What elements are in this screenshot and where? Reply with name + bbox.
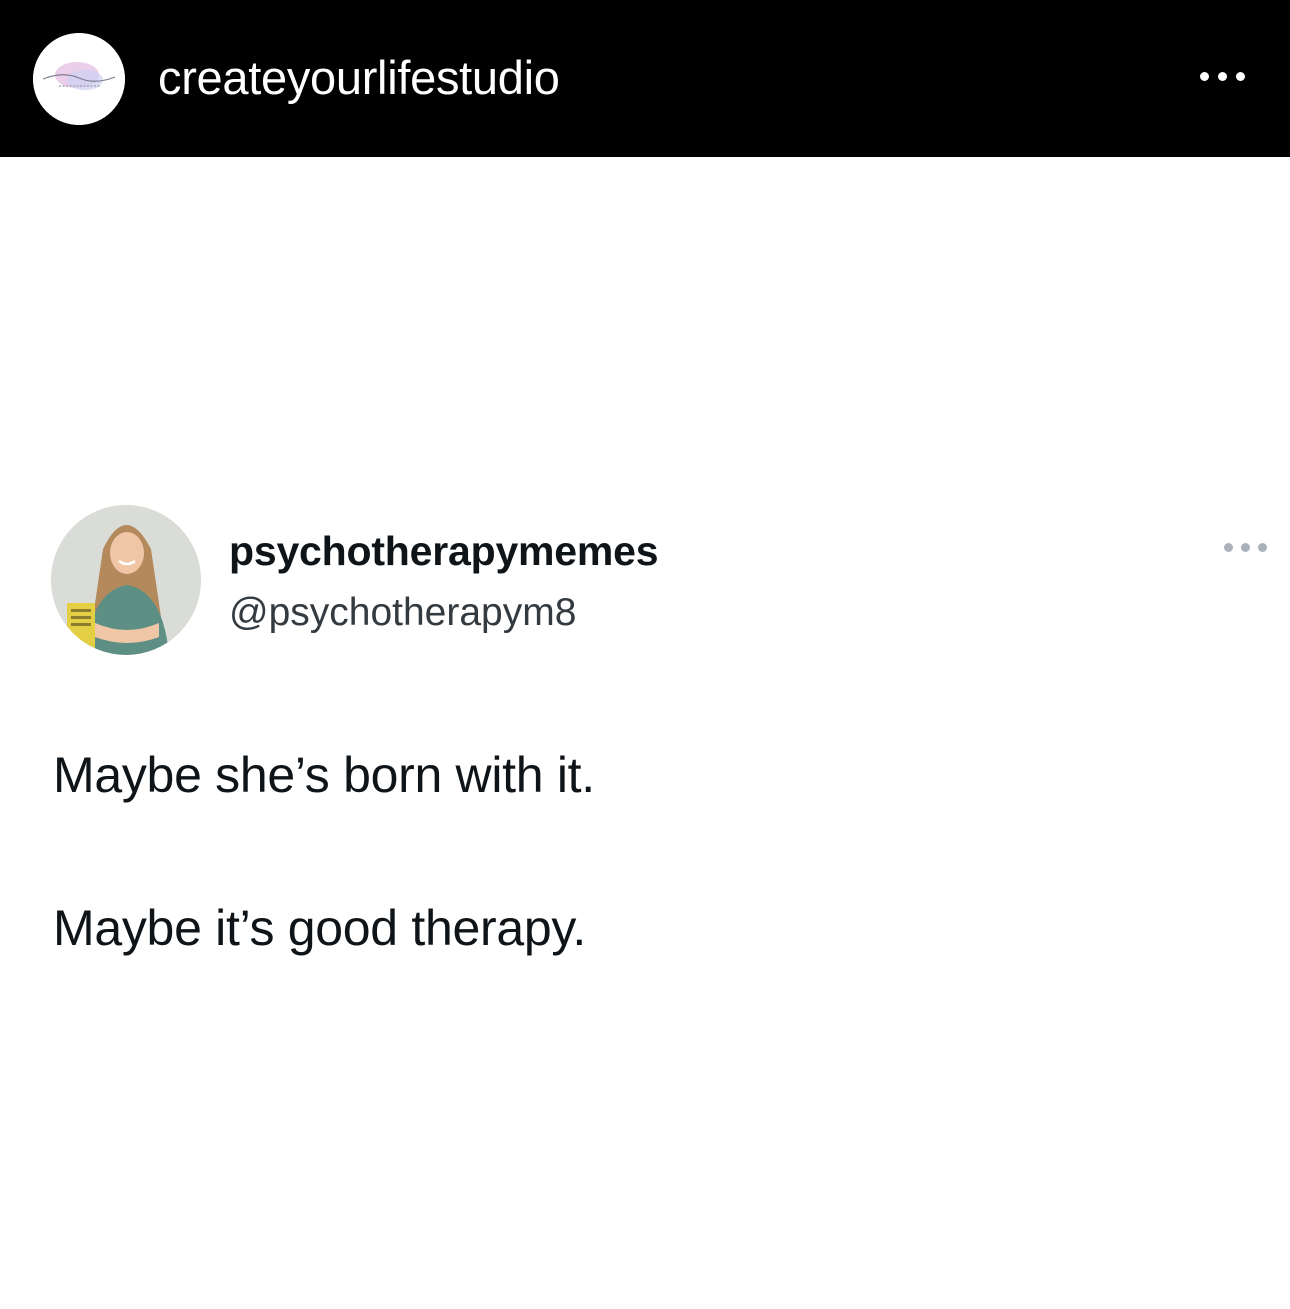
account-avatar[interactable] <box>33 33 125 125</box>
tweet-display-name[interactable]: psychotherapymemes <box>229 525 659 577</box>
more-options-icon[interactable] <box>1196 62 1252 92</box>
tweet-handle[interactable]: @psychotherapym8 <box>229 588 576 638</box>
tweet-more-options-icon[interactable] <box>1221 538 1271 558</box>
tweet-text-line: Maybe she’s born with it. <box>53 747 595 803</box>
post-page: createyourlifestudio psychotherapymemes … <box>0 0 1290 1309</box>
post-header: createyourlifestudio <box>0 0 1290 157</box>
tweet-text-line: Maybe it’s good therapy. <box>53 900 586 956</box>
studio-logo-icon <box>33 33 125 125</box>
tweet-author-avatar[interactable] <box>51 505 201 655</box>
profile-photo-icon <box>51 505 201 655</box>
account-username[interactable]: createyourlifestudio <box>158 48 560 108</box>
